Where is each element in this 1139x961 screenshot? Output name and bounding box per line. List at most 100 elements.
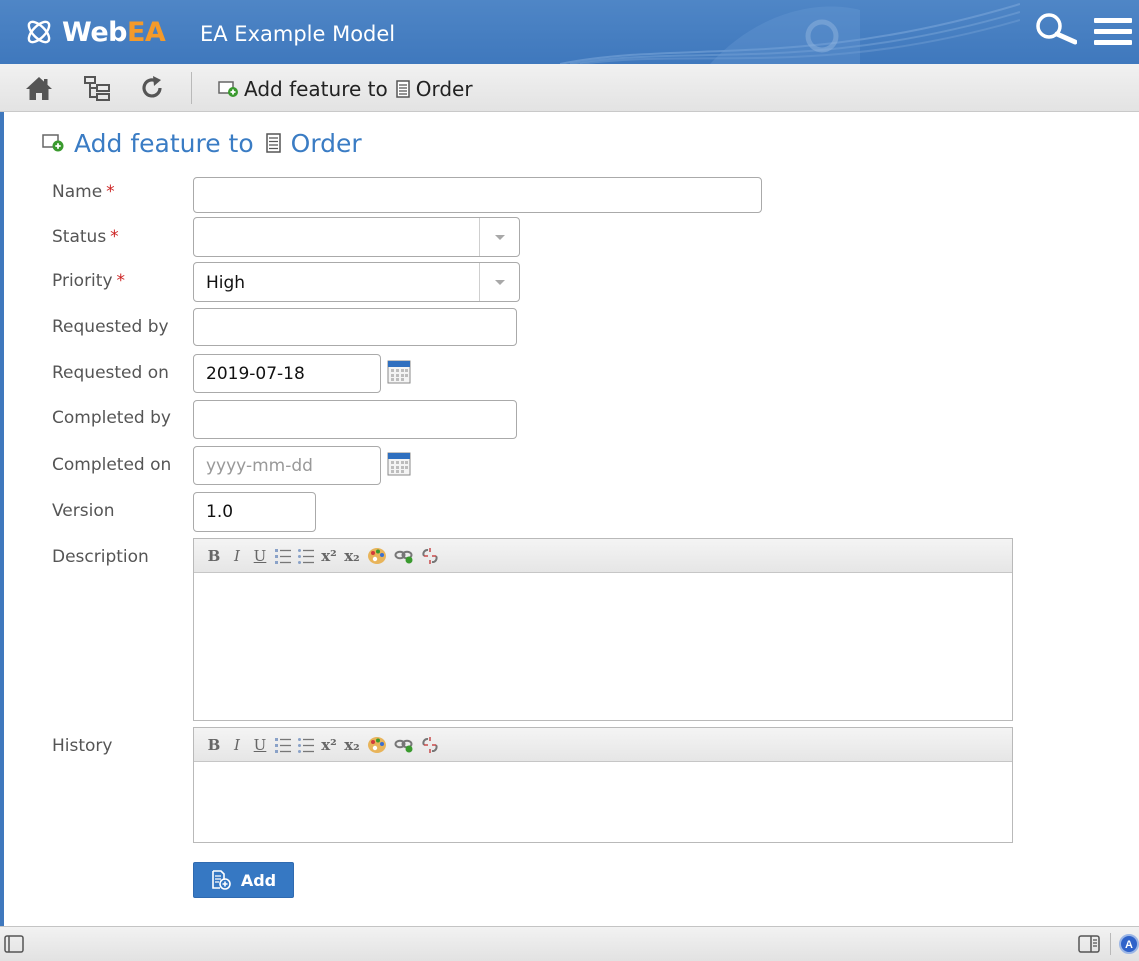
description-editor: B I U x² x₂ — [193, 538, 1013, 721]
remove-link-button[interactable] — [421, 735, 439, 755]
status-select[interactable] — [193, 217, 520, 257]
palette-icon — [368, 547, 386, 564]
toolbar-divider — [191, 72, 192, 104]
browser-tree-button[interactable] — [82, 74, 112, 102]
underline-button[interactable]: U — [252, 735, 268, 755]
add-button[interactable]: Add — [193, 862, 294, 898]
add-button-label: Add — [240, 870, 277, 890]
page-title: Add feature to Order — [42, 128, 362, 158]
home-button[interactable] — [24, 74, 54, 102]
insert-link-button[interactable] — [394, 735, 414, 755]
bullet-list-button[interactable] — [298, 735, 314, 755]
bold-button[interactable]: B — [206, 735, 222, 755]
priority-label: Priority * — [52, 271, 125, 291]
insert-link-button[interactable] — [394, 546, 414, 566]
model-name: EA Example Model — [200, 22, 396, 46]
completed-on-label: Completed on — [52, 455, 172, 475]
left-edge-bar — [0, 112, 4, 926]
italic-button[interactable]: I — [229, 735, 245, 755]
add-feature-icon — [218, 81, 238, 97]
text-color-button[interactable] — [367, 546, 387, 566]
calendar-icon[interactable] — [387, 450, 411, 476]
element-icon — [265, 133, 281, 153]
link-icon — [394, 550, 413, 563]
bullet-list-button[interactable] — [298, 546, 314, 566]
logo-text-web: Web — [62, 16, 127, 48]
history-textarea[interactable] — [194, 762, 1012, 842]
menu-line — [1094, 18, 1132, 23]
required-marker: * — [116, 271, 126, 291]
logo-text: WebEA — [62, 16, 166, 48]
name-input[interactable] — [193, 177, 762, 213]
required-marker: * — [106, 182, 115, 202]
superscript-button[interactable]: x² — [321, 735, 337, 755]
numbered-list-icon — [275, 548, 291, 564]
breadcrumb-action: Add feature to — [244, 77, 388, 101]
underline-button[interactable]: U — [252, 546, 268, 566]
superscript-button[interactable]: x² — [321, 546, 337, 566]
search-icon[interactable] — [1033, 10, 1077, 50]
subscript-button[interactable]: x₂ — [344, 735, 360, 755]
status-label-text: Status — [52, 227, 107, 247]
requested-by-label: Requested by — [52, 317, 169, 337]
palette-icon — [368, 736, 386, 753]
completed-on-input[interactable] — [193, 446, 381, 485]
status-bar-divider — [1110, 933, 1111, 955]
element-icon — [395, 80, 410, 98]
requested-by-input[interactable] — [193, 308, 517, 346]
refresh-icon — [142, 76, 162, 98]
refresh-button[interactable] — [138, 74, 168, 102]
version-input[interactable] — [193, 492, 316, 532]
required-marker: * — [110, 227, 119, 247]
status-label: Status * — [52, 227, 119, 247]
editor-toolbar: B I U x² x₂ — [194, 539, 1012, 573]
logo-text-ea: EA — [126, 16, 166, 48]
page-title-action: Add feature to — [74, 128, 254, 158]
numbered-list-button[interactable] — [275, 735, 291, 755]
history-editor: B I U x² x₂ — [193, 727, 1013, 843]
numbered-list-icon — [275, 737, 291, 753]
chevron-down-icon[interactable] — [479, 218, 519, 256]
tree-icon — [84, 76, 110, 101]
description-label: Description — [52, 547, 149, 567]
text-color-button[interactable] — [367, 735, 387, 755]
chevron-down-icon[interactable] — [479, 263, 519, 301]
status-bar: A — [0, 926, 1139, 961]
hamburger-menu-icon[interactable] — [1094, 18, 1132, 50]
name-label: Name * — [52, 182, 115, 202]
toolbar: Add feature to Order — [0, 64, 1139, 112]
menu-line — [1094, 29, 1132, 34]
editor-toolbar: B I U x² x₂ — [194, 728, 1012, 762]
priority-label-text: Priority — [52, 271, 113, 291]
requested-on-input[interactable] — [193, 354, 381, 393]
breadcrumb-target[interactable]: Order — [416, 77, 473, 101]
toggle-left-panel-icon[interactable] — [4, 935, 24, 953]
numbered-list-button[interactable] — [275, 546, 291, 566]
header-decoration — [560, 3, 1020, 64]
user-status-icon[interactable]: A — [1118, 933, 1139, 955]
priority-value: High — [206, 273, 246, 293]
calendar-icon[interactable] — [387, 358, 411, 384]
page-title-target: Order — [290, 128, 362, 158]
bullet-list-icon — [298, 737, 314, 753]
app-header: WebEA EA Example Model — [0, 0, 1139, 64]
bullet-list-icon — [298, 548, 314, 564]
unlink-icon — [422, 547, 438, 564]
menu-line — [1094, 40, 1132, 45]
description-textarea[interactable] — [194, 573, 1012, 720]
completed-by-label: Completed by — [52, 408, 171, 428]
add-feature-icon — [42, 134, 64, 152]
unlink-icon — [422, 736, 438, 753]
completed-by-input[interactable] — [193, 400, 517, 439]
home-icon — [26, 77, 52, 100]
webea-logo[interactable]: WebEA — [24, 14, 166, 50]
breadcrumb: Add feature to Order — [218, 76, 473, 102]
toggle-properties-panel-icon[interactable] — [1078, 935, 1100, 953]
version-label: Version — [52, 501, 115, 521]
italic-button[interactable]: I — [229, 546, 245, 566]
bold-button[interactable]: B — [206, 546, 222, 566]
link-icon — [394, 739, 413, 752]
remove-link-button[interactable] — [421, 546, 439, 566]
priority-select[interactable]: High — [193, 262, 520, 302]
subscript-button[interactable]: x₂ — [344, 546, 360, 566]
